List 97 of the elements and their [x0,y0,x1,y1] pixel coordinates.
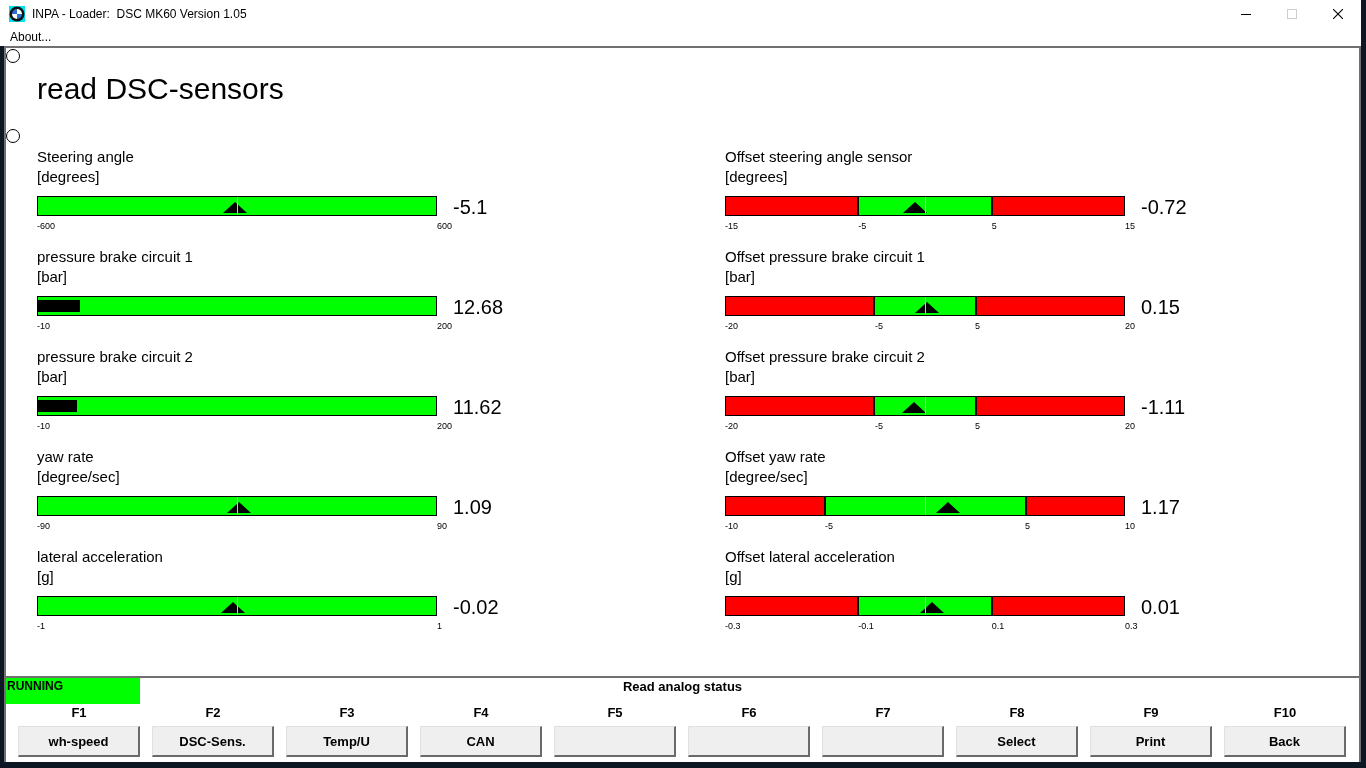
key-label: F7 [875,705,891,721]
window-title: INPA - Loader: DSC MK60 Version 1.05 [32,7,247,21]
center-line [237,197,238,215]
scale-label: -600 [37,221,55,232]
scale-label: 1 [437,621,442,632]
scale-label: -20 [725,421,738,432]
key-label: F5 [607,705,623,721]
key-label: F9 [1143,705,1159,721]
scale-label: 600 [437,221,453,232]
center-line [925,497,926,515]
scale-label: -5 [858,221,867,232]
center-line [925,197,926,215]
key-label: F6 [741,705,757,721]
gauge-unit: [bar] [37,367,67,387]
scale-label: 0.3 [1125,621,1138,632]
gauge-reading: -5.1 [453,195,488,219]
scale-label: 200 [437,421,453,432]
page-heading: read DSC-sensors [37,71,284,107]
gauge-reading: 1.17 [1141,495,1180,519]
scale-label: 15 [1125,221,1135,232]
gauge-label: Offset pressure brake circuit 2 [725,347,925,367]
key-label: F1 [71,705,87,721]
gauge-label: yaw rate [37,447,94,467]
key-label: F2 [205,705,221,721]
scale-label: -10 [37,321,50,332]
gauge-label: pressure brake circuit 1 [37,247,193,267]
scale-label: 10 [1125,521,1135,532]
gauge-unit: [bar] [37,267,67,287]
function-button[interactable] [554,726,676,757]
gauge-reading: 0.01 [1141,595,1180,619]
scale-label: 90 [437,521,447,532]
maximize-icon [1287,9,1297,19]
minimize-icon [1241,13,1251,15]
gauge-reading: -0.02 [453,595,499,619]
scale-label: -90 [37,521,50,532]
gauge-reading: 12.68 [453,295,504,319]
roundel-icon [9,6,25,22]
gauge-reading: -0.72 [1141,195,1187,219]
gauge-unit: [g] [725,567,742,587]
scale-label: 20 [1125,321,1135,332]
gauge-label: Offset pressure brake circuit 1 [725,247,925,267]
gauge-label: Steering angle [37,147,134,167]
scale-label: -5 [875,321,883,332]
scale-label: -10 [725,521,738,532]
center-line [925,397,926,415]
scale-label: 20 [1125,421,1135,432]
gauge-label: Offset lateral acceleration [725,547,895,567]
gauge-label: pressure brake circuit 2 [37,347,193,367]
scale-label: -20 [725,321,738,332]
gauge-reading: 0.15 [1141,295,1180,319]
scale-label: -1 [37,621,45,632]
scale-label: -0.3 [725,621,741,632]
function-button[interactable]: Back [1224,726,1346,757]
center-line [237,497,238,515]
gauge-reading: -1.11 [1141,395,1186,419]
status-message: Read analog status [622,678,743,696]
gauge-unit: [degree/sec] [725,467,808,487]
scale-label: -10 [37,421,50,432]
function-button[interactable]: wh-speed [18,726,140,757]
key-label: F10 [1273,705,1297,721]
function-button[interactable]: Select [956,726,1078,757]
key-label: F3 [339,705,355,721]
function-button[interactable]: Temp/U [286,726,408,757]
scale-label: -5 [825,521,833,532]
gauge-reading: 1.09 [453,495,492,519]
center-line [925,597,926,615]
scale-label: -5 [875,421,883,432]
key-label: F4 [473,705,489,721]
gauge-unit: [bar] [725,267,755,287]
scale-label: 0.1 [991,621,1005,632]
scale-label: -0.1 [858,621,874,632]
center-line [925,297,926,315]
gauge-unit: [degrees] [37,167,100,187]
scale-label: 5 [1025,521,1030,532]
menu-item[interactable]: About... [10,29,52,45]
center-line [237,597,238,615]
scale-label: -15 [725,221,738,232]
scale-label: 5 [975,421,980,432]
function-button[interactable]: CAN [420,726,542,757]
gauge-label: lateral acceleration [37,547,163,567]
gauge-reading: 11.62 [453,395,502,419]
gauge-label: Offset steering angle sensor [725,147,913,167]
gauge-unit: [degree/sec] [37,467,120,487]
gauge-unit: [bar] [725,367,755,387]
function-button[interactable]: DSC-Sens. [152,726,274,757]
gauge-label: Offset yaw rate [725,447,826,467]
gauge-unit: [g] [37,567,54,587]
status-indicator: RUNNING [6,678,140,704]
function-button[interactable] [688,726,810,757]
gauge-unit: [degrees] [725,167,788,187]
scale-label: 5 [991,221,997,232]
function-button[interactable] [822,726,944,757]
scale-label: 5 [975,321,980,332]
scale-label: 200 [437,321,453,332]
key-label: F8 [1009,705,1025,721]
close-icon [1333,9,1343,19]
function-button[interactable]: Print [1090,726,1212,757]
